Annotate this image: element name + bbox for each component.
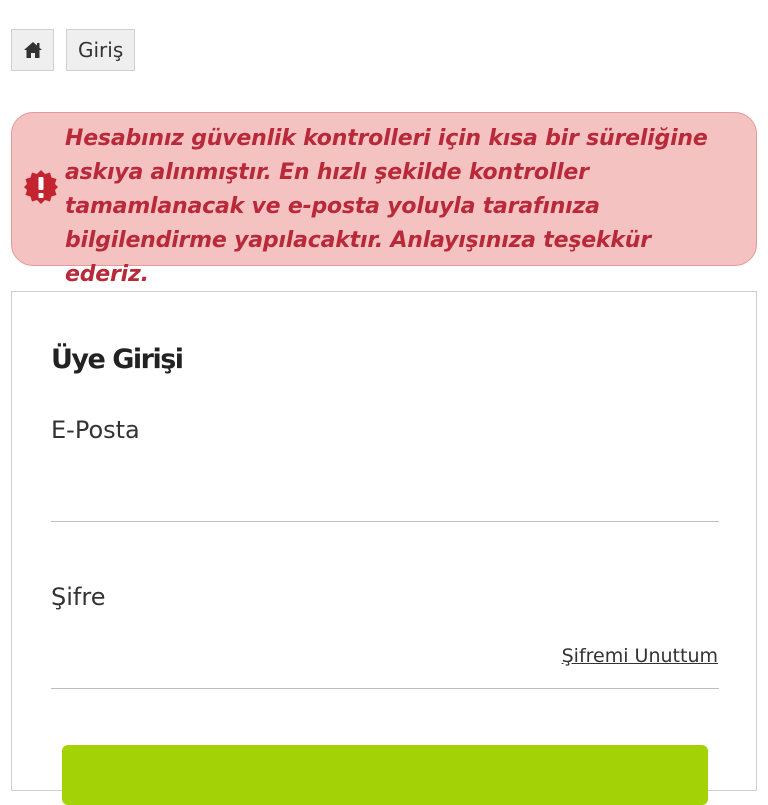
password-underline — [51, 688, 719, 689]
breadcrumb: Giriş — [11, 29, 136, 71]
password-field[interactable] — [51, 641, 531, 685]
breadcrumb-item-login[interactable]: Giriş — [66, 29, 136, 71]
email-field[interactable] — [51, 474, 719, 518]
login-card: Üye Girişi E-Posta Şifre Şifremi Unuttum — [11, 291, 757, 805]
alert-message: Hesabınız güvenlik kontrolleri için kısa… — [65, 126, 708, 287]
email-label: E-Posta — [51, 416, 140, 444]
email-underline — [51, 521, 719, 522]
password-label: Şifre — [51, 583, 106, 611]
login-submit-button[interactable] — [62, 745, 708, 805]
forgot-password-link[interactable]: Şifremi Unuttum — [562, 645, 718, 667]
breadcrumb-home-button[interactable] — [11, 29, 54, 71]
home-icon — [23, 42, 42, 58]
login-title: Üye Girişi — [51, 344, 184, 375]
account-suspended-alert: Hesabınız güvenlik kontrolleri için kısa… — [11, 112, 757, 287]
exclamation-badge-icon — [24, 170, 58, 204]
